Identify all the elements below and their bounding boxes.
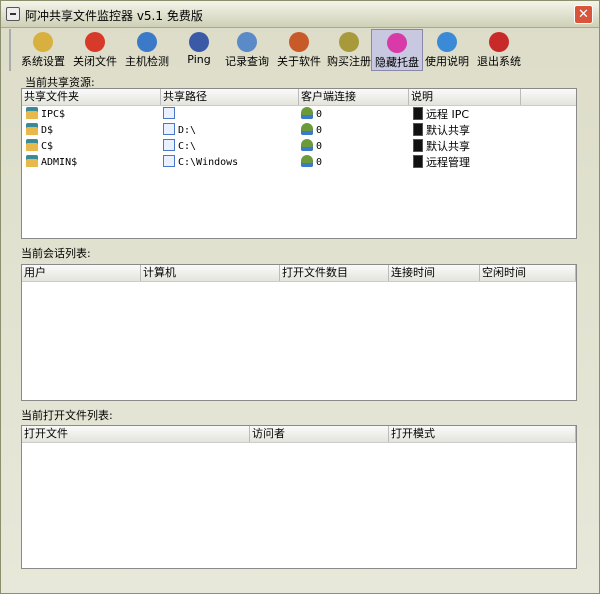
share-description: 远程管理 — [426, 156, 470, 169]
toolbar-button-9[interactable]: 使用说明 — [421, 29, 473, 71]
description-icon — [413, 123, 423, 136]
toolbar-button-7[interactable]: 购买注册 — [323, 29, 375, 71]
help-icon — [437, 32, 457, 52]
title-bar: 阿冲共享文件监控器 v5.1 免费版 ✕ — [1, 1, 599, 28]
column-header[interactable]: 用户 — [22, 265, 141, 281]
toolbar-button-4[interactable]: Ping — [173, 29, 225, 71]
toolbar-button-label: 主机检测 — [125, 55, 169, 68]
shares-header: 共享文件夹 共享路径 客户端连接 说明 — [22, 89, 576, 106]
toolbar-button-10[interactable]: 退出系统 — [473, 29, 525, 71]
column-header[interactable]: 共享文件夹 — [22, 89, 161, 105]
toolbar-button-label: 记录查询 — [225, 55, 269, 68]
sessions-list[interactable]: 用户 计算机 打开文件数目 连接时间 空闲时间 — [21, 264, 577, 401]
users-icon — [301, 123, 313, 135]
client-count: 0 — [316, 125, 323, 136]
column-header[interactable]: 连接时间 — [389, 265, 480, 281]
description-icon — [413, 155, 423, 168]
key-icon — [339, 32, 359, 52]
users-icon — [301, 155, 313, 167]
openfiles-label: 当前打开文件列表: — [21, 409, 113, 422]
openfiles-list[interactable]: 打开文件 访问者 打开模式 — [21, 425, 577, 569]
share-row[interactable]: IPC$ 0 远程 IPC — [22, 107, 576, 123]
toolbar: 系统设置 关闭文件 主机检测 Ping 记录查询 关于软件 购买注册 隐藏托盘 使用说明 退出系统 — [9, 29, 587, 71]
main-window: 阿冲共享文件监控器 v5.1 免费版 ✕ 系统设置 关闭文件 主机检测 Ping 记录查… — [0, 0, 600, 594]
settings-icon — [33, 32, 53, 52]
toolbar-button-label: Ping — [187, 53, 211, 66]
share-folder-icon — [26, 123, 38, 135]
users-icon — [301, 107, 313, 119]
toolbar-button-6[interactable]: 关于软件 — [273, 29, 325, 71]
share-path: D:\ — [178, 125, 197, 136]
column-header[interactable]: 打开文件数目 — [280, 265, 389, 281]
toolbar-button-label: 购买注册 — [327, 55, 371, 68]
openfiles-header: 打开文件 访问者 打开模式 — [22, 426, 576, 443]
share-path: C:\ — [178, 141, 197, 152]
about-icon — [289, 32, 309, 52]
column-header[interactable]: 访问者 — [250, 426, 389, 442]
toolbar-button-3[interactable]: 主机检测 — [121, 29, 173, 71]
toolbar-button-label: 退出系统 — [477, 55, 521, 68]
share-description: 远程 IPC — [426, 108, 470, 121]
share-folder-icon — [26, 155, 38, 167]
share-name: D$ — [41, 125, 54, 136]
share-description: 默认共享 — [426, 124, 470, 137]
shares-list[interactable]: 共享文件夹 共享路径 客户端连接 说明 IPC$ 0 远程 IPC D$ D:\ 0 默… — [21, 88, 577, 239]
share-description: 默认共享 — [426, 140, 470, 153]
window-title: 阿冲共享文件监控器 v5.1 免费版 — [25, 9, 203, 23]
share-name: C$ — [41, 141, 54, 152]
close-file-icon — [85, 32, 105, 52]
share-row[interactable]: ADMIN$ C:\Windows 0 远程管理 — [22, 155, 576, 171]
toolbar-button-2[interactable]: 关闭文件 — [69, 29, 121, 71]
tray-icon — [387, 33, 407, 53]
column-header[interactable]: 说明 — [409, 89, 521, 105]
toolbar-button-1[interactable]: 系统设置 — [17, 29, 69, 71]
toolbar-button-label: 关闭文件 — [73, 55, 117, 68]
description-icon — [413, 107, 423, 120]
toolbar-button-5[interactable]: 记录查询 — [221, 29, 273, 71]
network-icon — [189, 32, 209, 52]
path-icon — [163, 107, 175, 119]
system-menu-icon[interactable] — [6, 7, 20, 21]
column-header[interactable]: 打开模式 — [389, 426, 576, 442]
share-row[interactable]: D$ D:\ 0 默认共享 — [22, 123, 576, 139]
share-path: C:\Windows — [178, 157, 239, 168]
toolbar-button-label: 隐藏托盘 — [375, 56, 419, 69]
client-count: 0 — [316, 109, 323, 120]
toolbar-button-8[interactable]: 隐藏托盘 — [371, 29, 423, 71]
column-header[interactable]: 客户端连接 — [299, 89, 409, 105]
users-icon — [301, 139, 313, 151]
share-name: ADMIN$ — [41, 157, 78, 168]
share-folder-icon — [26, 139, 38, 151]
search-log-icon — [237, 32, 257, 52]
column-header[interactable]: 计算机 — [141, 265, 280, 281]
sessions-header: 用户 计算机 打开文件数目 连接时间 空闲时间 — [22, 265, 576, 282]
path-icon — [163, 139, 175, 151]
close-button[interactable]: ✕ — [574, 5, 593, 24]
toolbar-button-label: 关于软件 — [277, 55, 321, 68]
client-count: 0 — [316, 141, 323, 152]
path-icon — [163, 123, 175, 135]
path-icon — [163, 155, 175, 167]
share-name: IPC$ — [41, 109, 66, 120]
column-header[interactable]: 共享路径 — [161, 89, 299, 105]
toolbar-button-label: 系统设置 — [21, 55, 65, 68]
sessions-label: 当前会话列表: — [21, 247, 91, 260]
description-icon — [413, 139, 423, 152]
column-header[interactable]: 空闲时间 — [480, 265, 576, 281]
globe-icon — [137, 32, 157, 52]
share-row[interactable]: C$ C:\ 0 默认共享 — [22, 139, 576, 155]
column-header[interactable]: 打开文件 — [22, 426, 250, 442]
share-folder-icon — [26, 107, 38, 119]
client-count: 0 — [316, 157, 323, 168]
toolbar-button-label: 使用说明 — [425, 55, 469, 68]
exit-icon — [489, 32, 509, 52]
